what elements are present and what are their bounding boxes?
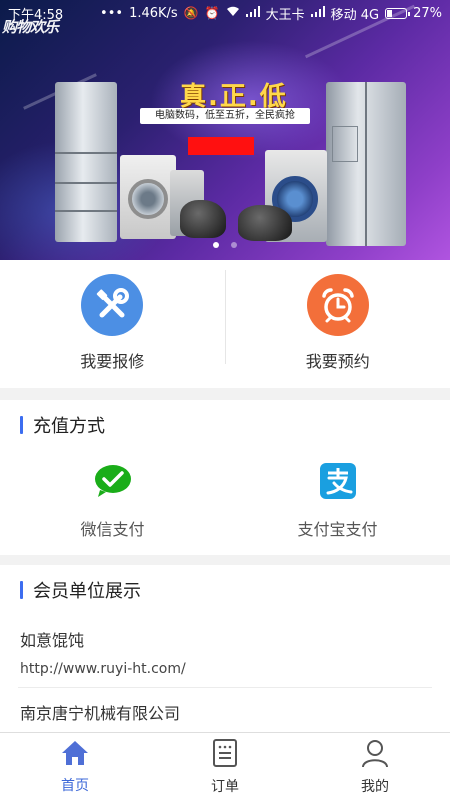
carousel-indicator[interactable]: [0, 242, 450, 248]
status-time: 下午4:58: [8, 7, 64, 23]
tab-profile[interactable]: 我的: [300, 733, 450, 800]
fridge-image: [55, 82, 117, 242]
quick-action-label: 我要预约: [305, 352, 370, 371]
tab-orders[interactable]: 订单: [150, 733, 300, 800]
tab-label: 首页: [61, 777, 89, 794]
wifi-icon: [226, 6, 240, 20]
signal-icon: [310, 6, 325, 20]
member-url[interactable]: http://www.ruyi-ht.com/: [20, 661, 430, 677]
profile-icon: [360, 738, 390, 772]
tools-icon: [81, 274, 144, 336]
order-list-icon: [212, 738, 238, 772]
washing-machine-image: [120, 155, 176, 239]
status-dots: •••: [100, 5, 124, 21]
home-icon: [60, 739, 90, 771]
member-units-section: 会员单位展示 如意馄饨 http://www.ruyi-ht.com/ 南京唐宁…: [0, 565, 450, 733]
payment-method-label: 支付宝支付: [297, 520, 378, 539]
section-title: 会员单位展示: [0, 565, 450, 615]
battery-percent: 27%: [413, 5, 442, 21]
carousel-dot[interactable]: [231, 242, 237, 248]
double-door-fridge-image: [326, 82, 406, 246]
repair-request-button[interactable]: 我要报修: [0, 260, 225, 388]
alipay-button[interactable]: 支付宝支付: [225, 450, 450, 540]
battery-icon: [385, 7, 411, 19]
alipay-icon: [319, 462, 357, 500]
status-network-speed: 1.46K/s: [129, 5, 178, 21]
status-bar: 下午4:58 ••• 1.46K/s 🔕 ⏰ 大王卡 移动 4G 27%: [0, 0, 450, 26]
bottom-tab-bar: 首页 订单 我的: [0, 732, 450, 800]
promo-banner[interactable]: 购物欢乐 真.正.低 电脑数码，低至五折，全民疯抢: [0, 0, 450, 260]
alarm-clock-icon: [306, 274, 369, 336]
tab-label: 我的: [361, 778, 389, 795]
quick-actions: 我要报修 我要预约: [0, 260, 450, 388]
member-name: 南京唐宁机械有限公司: [20, 704, 181, 723]
status-carrier: 移动 4G: [330, 7, 380, 23]
payment-section: 充值方式 微信支付 支付宝支付: [0, 400, 450, 555]
list-item[interactable]: 如意馄饨 http://www.ruyi-ht.com/: [18, 615, 432, 688]
tab-home[interactable]: 首页: [0, 733, 150, 800]
banner-subline: 电脑数码，低至五折，全民疯抢: [140, 108, 310, 124]
member-name: 如意馄饨: [20, 631, 85, 650]
vacuum-image: [180, 200, 226, 238]
wechat-pay-icon: [94, 462, 132, 500]
vacuum-image: [238, 205, 292, 241]
mute-icon: 🔕: [183, 6, 199, 20]
banner-red-bar: [188, 137, 254, 155]
status-carrier: 大王卡: [265, 7, 305, 23]
section-title: 充值方式: [0, 400, 450, 450]
list-item[interactable]: 南京唐宁机械有限公司: [18, 688, 432, 733]
tab-label: 订单: [211, 778, 239, 795]
wechat-pay-button[interactable]: 微信支付: [0, 450, 225, 540]
alarm-icon: ⏰: [204, 6, 220, 20]
quick-action-label: 我要报修: [80, 352, 145, 371]
carousel-dot[interactable]: [213, 242, 219, 248]
payment-method-label: 微信支付: [80, 520, 145, 539]
book-appointment-button[interactable]: 我要预约: [226, 260, 450, 388]
signal-icon: [245, 6, 260, 20]
